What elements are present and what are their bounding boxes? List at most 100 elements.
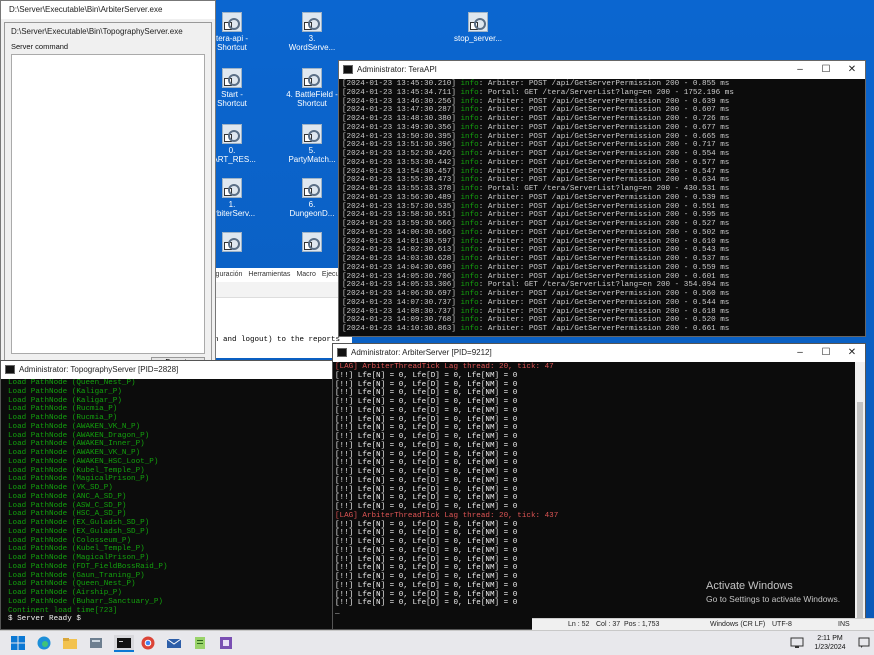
menu-configuracion[interactable]: iguración: [214, 268, 242, 282]
log-line: [2024-01-23 14:10:30.863] info: Arbiter:…: [342, 325, 730, 333]
console-line: Load PathNode (AWAKEN_Dragon_P): [8, 431, 150, 440]
desktop-icon-extra-2[interactable]: [286, 232, 338, 254]
mail-button[interactable]: [166, 635, 184, 652]
desktop-icon-dungeon[interactable]: 6. DungeonD...: [286, 178, 338, 218]
log-line: [2024-01-23 13:45:34.711] info: Portal: …: [342, 88, 734, 97]
life-line: [!!] Lfe[N] = 0, Lfe[D] = 0, Lfe[NM] = 0: [335, 520, 518, 529]
edge-button[interactable]: [36, 635, 54, 652]
desktop-icon-label: 4. BattleField - Shortcut: [286, 90, 338, 108]
console-line: Load PathNode (Rucmia_P): [8, 405, 118, 414]
editor-window: iguración Herramientas Macro Ejecut n an…: [212, 268, 352, 358]
log-line: [2024-01-23 13:54:30.457] info: Arbiter:…: [342, 167, 730, 176]
tray-network-icon[interactable]: [790, 635, 806, 651]
topography-exe-titlebar[interactable]: D:\Server\Executable\Bin\TopographyServe…: [5, 23, 211, 41]
console-icon: [337, 348, 347, 357]
log-line: [2024-01-23 13:53:30.442] info: Arbiter:…: [342, 158, 730, 167]
arbiter-console-titlebar[interactable]: Administrator: ArbiterServer [PID=9212] …: [333, 344, 865, 362]
life-line: [!!] Lfe[N] = 0, Lfe[D] = 0, Lfe[NM] = 0: [335, 389, 518, 398]
tera-api-console-output[interactable]: [2024-01-23 13:45:30.210] info: Arbiter:…: [339, 79, 865, 336]
notification-icon[interactable]: [858, 637, 870, 651]
life-line: [!!] Lfe[N] = 0, Lfe[D] = 0, Lfe[NM] = 0: [335, 415, 518, 424]
console-line: Load PathNode (ASW_C_SD_P): [8, 501, 127, 510]
life-line: [!!] Lfe[N] = 0, Lfe[D] = 0, Lfe[NM] = 0: [335, 468, 518, 476]
console-line: Load PathNode (Kaligar_P): [8, 396, 122, 405]
notepadpp-button[interactable]: [192, 635, 210, 652]
tera-api-titlebar[interactable]: Administrator: TeraAPI – ☐ ✕: [339, 61, 865, 79]
server-manager-button[interactable]: [88, 635, 106, 652]
maximize-icon[interactable]: ☐: [813, 344, 839, 362]
life-line: [!!] Lfe[N] = 0, Lfe[D] = 0, Lfe[NM] = 0: [335, 564, 518, 573]
life-line: [!!] Lfe[N] = 0, Lfe[D] = 0, Lfe[NM] = 0: [335, 485, 518, 494]
arbiter-exe-titlebar[interactable]: D:\Server\Executable\Bin\ArbiterServer.e…: [1, 1, 215, 19]
maximize-icon[interactable]: ☐: [813, 61, 839, 79]
close-icon[interactable]: ✕: [839, 344, 865, 362]
log-line: [2024-01-23 13:58:30.551] info: Arbiter:…: [342, 211, 730, 220]
topography-console-output[interactable]: Load PathNode (Queen_Nest_P) Load PathNod…: [1, 379, 339, 629]
console-line: Load PathNode (FDT_FieldBossRaid_P): [8, 562, 168, 571]
log-line: [2024-01-23 13:47:30.287] info: Arbiter:…: [342, 106, 730, 115]
desktop-icon-stop-server[interactable]: stop_server...: [452, 12, 504, 43]
log-line: [2024-01-23 14:08:30.737] info: Arbiter:…: [342, 307, 730, 316]
app-icon: [220, 637, 232, 649]
log-line: [2024-01-23 14:09:30.768] info: Arbiter:…: [342, 316, 730, 325]
server-manager-icon: [90, 638, 102, 648]
scrollbar-thumb[interactable]: [857, 402, 863, 620]
start-button[interactable]: [10, 635, 28, 652]
log-line: [2024-01-23 13:57:30.535] info: Arbiter:…: [342, 202, 730, 211]
console-cursor: _: [335, 608, 340, 616]
desktop-icon-battlefield[interactable]: 4. BattleField - Shortcut: [286, 68, 338, 108]
watermark-line2: Go to Settings to activate Windows.: [706, 594, 841, 604]
browser-button[interactable]: [140, 635, 158, 652]
log-line: [2024-01-23 14:05:30.706] info: Arbiter:…: [342, 272, 730, 281]
windows-logo-icon: [11, 636, 25, 650]
taskbar: 2:11 PM 1/23/2024: [0, 630, 874, 655]
topography-console-titlebar[interactable]: Administrator: TopographyServer [PID=282…: [1, 361, 339, 379]
console-line: Load PathNode (Kaligar_P): [8, 387, 122, 396]
life-line: [!!] Lfe[N] = 0, Lfe[D] = 0, Lfe[NM] = 0: [335, 371, 518, 380]
console-line: Load PathNode (AWAKEN_Inner_P): [8, 440, 145, 449]
log-line: [2024-01-23 13:59:30.566] info: Arbiter:…: [342, 220, 730, 228]
life-line: [!!] Lfe[N] = 0, Lfe[D] = 0, Lfe[NM] = 0: [335, 433, 518, 441]
close-icon[interactable]: ✕: [839, 61, 865, 79]
console-line: Load PathNode (EX_Guladsh_SD_P): [8, 527, 150, 536]
shortcut-icon: [222, 232, 242, 252]
log-line: [2024-01-23 14:05:33.306] info: Portal: …: [342, 281, 730, 290]
log-line: [2024-01-23 14:04:30.690] info: Arbiter:…: [342, 263, 730, 272]
window-title: Administrator: TopographyServer [PID=282…: [19, 365, 179, 374]
tera-api-window: Administrator: TeraAPI – ☐ ✕ [2024-01-23…: [338, 60, 866, 337]
terminal-button[interactable]: [114, 635, 134, 652]
shortcut-icon: [302, 124, 322, 144]
menu-macro[interactable]: Macro: [296, 268, 315, 282]
log-line: [2024-01-23 13:46:30.256] info: Arbiter:…: [342, 97, 730, 106]
desktop-icon-wordserver[interactable]: 3. WordServe...: [286, 12, 338, 52]
life-line: [!!] Lfe[N] = 0, Lfe[D] = 0, Lfe[NM] = 0: [335, 441, 518, 450]
console-line: Load PathNode (Rucmia_P): [8, 414, 118, 422]
life-line: [!!] Lfe[N] = 0, Lfe[D] = 0, Lfe[NM] = 0: [335, 398, 518, 406]
window-title: Administrator: TeraAPI: [357, 65, 437, 74]
console-line: Load PathNode (HSC_A_SD_P): [8, 510, 127, 519]
desktop-icon-label: 6. DungeonD...: [289, 200, 335, 218]
notepad-icon: [195, 637, 205, 649]
log-line: [2024-01-23 13:51:30.396] info: Arbiter:…: [342, 141, 730, 150]
menu-herramientas[interactable]: Herramientas: [248, 268, 290, 282]
console-line: Load PathNode (Buharr_Sanctuary_P): [8, 597, 163, 606]
console-line: Load PathNode (EX_Guladsh_SD_P): [8, 519, 150, 527]
shortcut-icon: [302, 178, 322, 198]
desktop-icon-partymatch[interactable]: 5. PartyMatch...: [286, 124, 338, 164]
activation-watermark: Activate Windows Go to Settings to activ…: [706, 580, 840, 604]
minimize-icon[interactable]: –: [787, 344, 813, 362]
log-line: [2024-01-23 14:07:30.737] info: Arbiter:…: [342, 298, 730, 307]
console-line: Load PathNode (AWAKEN_VK_N_P): [8, 449, 141, 457]
life-line: [!!] Lfe[N] = 0, Lfe[D] = 0, Lfe[NM] = 0: [335, 529, 518, 538]
app-button[interactable]: [218, 635, 236, 652]
minimize-icon[interactable]: –: [787, 61, 813, 79]
log-line: [2024-01-23 13:55:30.473] info: Arbiter:…: [342, 176, 730, 185]
console-line: Load PathNode (MagicalPrison_P): [8, 475, 150, 484]
server-command-textarea[interactable]: [11, 54, 205, 354]
taskbar-clock[interactable]: 2:11 PM 1/23/2024: [808, 634, 852, 652]
arbiter-scrollbar[interactable]: [855, 362, 865, 629]
editor-text[interactable]: n and logout) to the reports: [212, 298, 352, 358]
console-line: Load PathNode (VK_SD_P): [8, 484, 113, 492]
file-explorer-button[interactable]: [62, 635, 80, 652]
shortcut-icon: [222, 124, 242, 144]
